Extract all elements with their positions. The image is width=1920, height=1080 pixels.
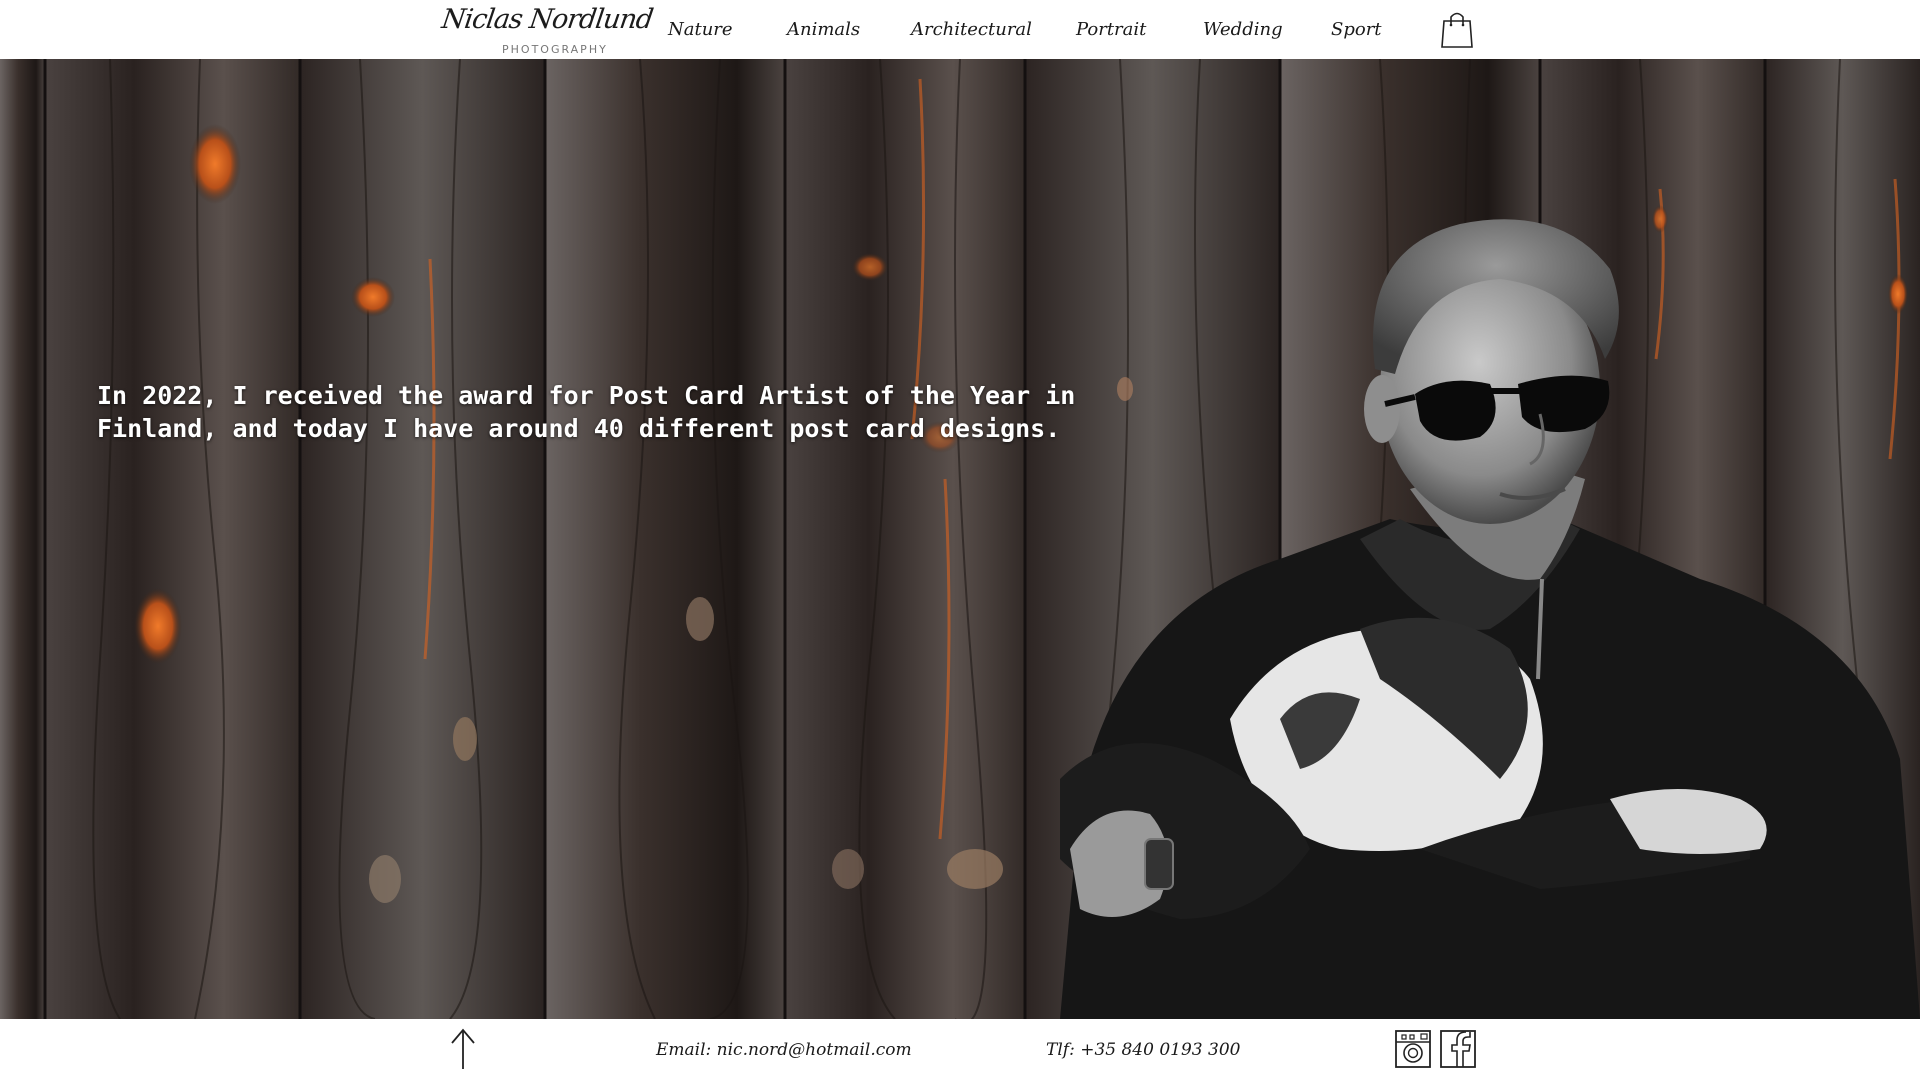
nav-item-wedding[interactable]: Wedding xyxy=(1203,19,1283,40)
photographer-portrait-image xyxy=(1060,219,1920,1019)
facebook-icon[interactable] xyxy=(1439,1029,1477,1069)
shopping-bag-icon[interactable] xyxy=(1440,10,1474,50)
arrow-up-icon[interactable] xyxy=(448,1027,478,1071)
nav-item-animals[interactable]: Animals xyxy=(787,19,860,40)
logo-subtitle: PHOTOGRAPHY xyxy=(502,43,608,56)
site-header: Niclas Nordlund PHOTOGRAPHY Nature Anima… xyxy=(0,0,1920,59)
instagram-icon[interactable] xyxy=(1394,1029,1432,1069)
hero-image: In 2022, I received the award for Post C… xyxy=(0,59,1920,1019)
site-footer: Email: nic.nord@hotmail.com Tlf: +35 840… xyxy=(0,1019,1920,1080)
nav-item-sport[interactable]: Sport xyxy=(1331,19,1382,40)
nav-item-portrait[interactable]: Portrait xyxy=(1076,19,1146,40)
nav-item-architectural[interactable]: Architectural xyxy=(911,19,1032,40)
logo[interactable]: Niclas Nordlund PHOTOGRAPHY xyxy=(440,2,655,56)
footer-phone: Tlf: +35 840 0193 300 xyxy=(1046,1040,1241,1060)
logo-script: Niclas Nordlund xyxy=(439,4,655,35)
footer-email[interactable]: Email: nic.nord@hotmail.com xyxy=(656,1040,912,1060)
hero-award-text: In 2022, I received the award for Post C… xyxy=(97,381,1076,443)
nav-item-nature[interactable]: Nature xyxy=(668,19,733,40)
